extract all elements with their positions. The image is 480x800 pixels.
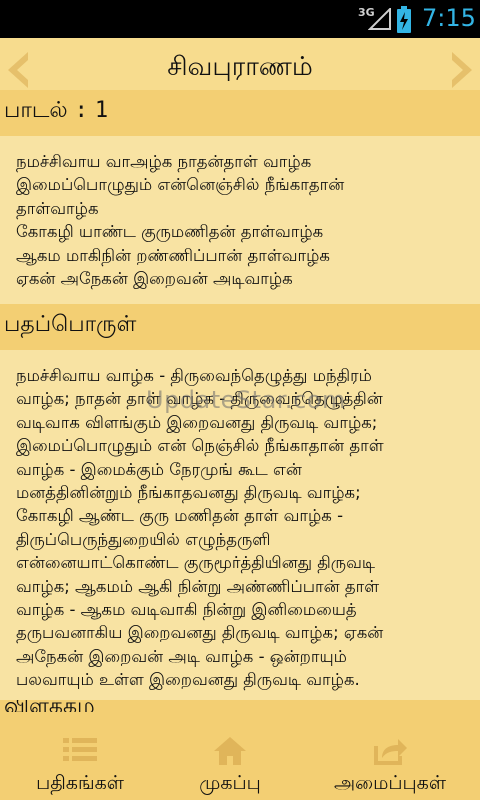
- song-label: பாடல்: [4, 98, 68, 123]
- watermark: UpdateStar.com: [146, 386, 346, 414]
- home-icon: [214, 737, 246, 765]
- song-separator: :: [74, 98, 88, 123]
- explanation-section-header: விளக்கம்: [0, 700, 480, 712]
- next-arrow-icon[interactable]: [448, 50, 476, 90]
- clock: 7:15: [422, 4, 476, 32]
- status-bar: 3G 7:15: [0, 0, 480, 38]
- page-title: சிவபுராணம்: [167, 52, 313, 82]
- list-icon: [63, 738, 97, 761]
- song-number: 1: [94, 98, 109, 123]
- battery-charging-icon: [397, 6, 411, 33]
- tab-settings[interactable]: அமைப்புகள்: [300, 712, 480, 800]
- tab-home-label: முகப்பு: [199, 772, 261, 794]
- tab-pathigangal[interactable]: பதிகங்கள்: [0, 712, 160, 800]
- meaning-label: பதப்பொருள்: [4, 312, 137, 337]
- signal-icon: [368, 8, 391, 30]
- explanation-label: விளக்கம்: [4, 700, 95, 712]
- song-section-header: பாடல் : 1: [0, 90, 480, 136]
- meaning-section-header: பதப்பொருள்: [0, 304, 480, 350]
- bottom-navigation: பதிகங்கள் முகப்பு அமைப்புகள்: [0, 712, 480, 800]
- tab-home[interactable]: முகப்பு: [160, 712, 300, 800]
- tab-pathigangal-label: பதிகங்கள்: [36, 772, 124, 794]
- share-icon: [374, 739, 407, 765]
- tab-settings-label: அமைப்புகள்: [334, 772, 446, 794]
- verse-text: நமச்சிவாய வாஅழ்க நாதன்தாள் வாழ்க இமைப்பொ…: [16, 152, 345, 289]
